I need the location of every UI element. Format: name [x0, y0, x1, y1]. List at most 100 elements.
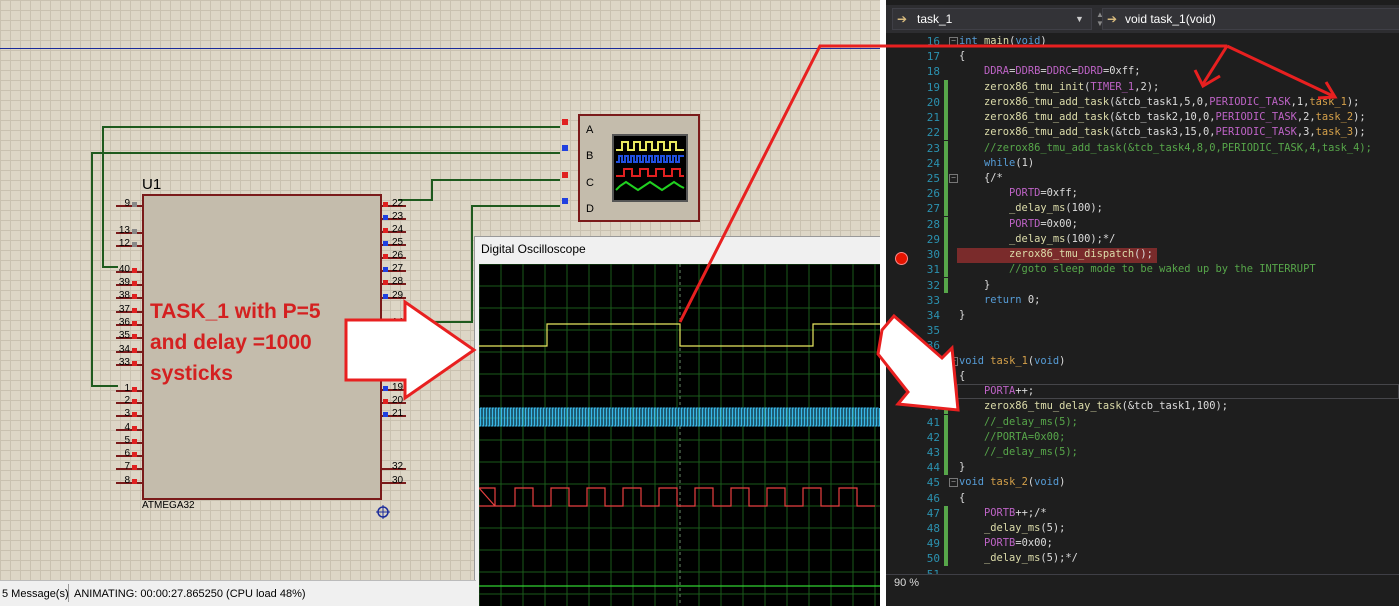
code-line[interactable]: 27 _delay_ms(100); — [886, 201, 1399, 217]
code-text: } — [959, 278, 991, 291]
code-line[interactable]: 45− void task_2(void) — [886, 475, 1399, 490]
code-line[interactable]: 35 — [886, 323, 1399, 338]
change-marker — [944, 399, 948, 415]
pin-label: 25 — [392, 237, 404, 248]
line-number: 25 — [926, 171, 940, 185]
messages-count[interactable]: 5 Message(s) — [2, 588, 69, 600]
function-dropdown[interactable]: ➔ void task_1(void) — [1102, 8, 1399, 30]
code-line[interactable]: 36 — [886, 338, 1399, 353]
scope-dropdown[interactable]: ➔ task_1 ▼ — [892, 8, 1092, 30]
pin-state-marker — [132, 361, 137, 366]
change-marker — [944, 231, 948, 247]
oscilloscope-symbol[interactable]: A B C D — [578, 114, 700, 222]
line-number: 27 — [926, 202, 940, 216]
code-line[interactable]: 34} — [886, 308, 1399, 323]
code-editor[interactable]: ➔ task_1 ▼ ▲ ▼ ➔ void task_1(void) 16− int… — [886, 0, 1399, 606]
code-line[interactable]: 44} — [886, 460, 1399, 476]
pin-state-marker — [132, 479, 137, 484]
code-text: //PORTA=0x00; — [959, 430, 1066, 443]
pin-label: 2 — [124, 395, 130, 406]
fold-toggle-icon[interactable]: − — [949, 478, 958, 488]
change-marker — [944, 170, 948, 186]
line-number: 29 — [926, 232, 940, 246]
pin-label: 19 — [392, 382, 404, 393]
code-line[interactable]: 19 zerox86_tmu_init(TIMER_1,2); — [886, 79, 1399, 95]
line-number: 34 — [926, 308, 940, 322]
code-text: } — [959, 308, 966, 321]
oscilloscope-display — [477, 263, 880, 606]
digital-oscilloscope-window[interactable]: Digital Oscilloscope — [474, 236, 880, 606]
code-text: PORTB++;/* — [984, 506, 1047, 519]
pin-label: 22 — [392, 198, 404, 209]
code-line[interactable]: 46 { — [886, 491, 1399, 506]
pin-label: 20 — [392, 395, 404, 406]
arrow-right-icon: ➔ — [897, 12, 908, 26]
code-line[interactable]: 23 //zerox86_tmu_add_task(&tcb_task4,8,0… — [886, 140, 1399, 156]
pin-label: 24 — [392, 224, 404, 235]
code-text: PORTD=0xff; — [1009, 187, 1078, 200]
pin-label: 9 — [124, 198, 130, 209]
code-line[interactable]: 30 zerox86_tmu_dispatch(); — [886, 247, 1399, 263]
line-number: 28 — [926, 217, 940, 231]
code-line[interactable]: 33 return 0; — [886, 293, 1399, 308]
line-number: 40 — [926, 400, 940, 414]
code-line[interactable]: 18 DDRA=DDRB=DDRC=DDRD=0xff; — [886, 64, 1399, 79]
code-line[interactable]: 17 { — [886, 49, 1399, 64]
animation-status: ANIMATING: 00:00:27.865250 (CPU load 48%… — [74, 588, 306, 600]
code-line[interactable]: 39 PORTA++; — [886, 384, 1399, 400]
line-number: 20 — [926, 95, 940, 109]
code-line[interactable]: 41 //_delay_ms(5); — [886, 414, 1399, 430]
editor-navigation-bar: ➔ task_1 ▼ ▲ ▼ ➔ void task_1(void) — [886, 5, 1399, 33]
code-line[interactable]: 29 _delay_ms(100);*/ — [886, 231, 1399, 247]
channel-c-label: C — [586, 177, 594, 189]
scope-pin-a-marker — [562, 119, 568, 125]
code-line[interactable]: 43 //_delay_ms(5); — [886, 444, 1399, 460]
code-line[interactable]: 26 PORTD=0xff; — [886, 186, 1399, 202]
code-line[interactable]: 24 while(1) — [886, 155, 1399, 171]
line-number: 22 — [926, 126, 940, 140]
crosshair-icon — [376, 505, 390, 519]
scope-pin-b-marker — [562, 145, 568, 151]
pin-state-marker — [132, 308, 137, 313]
schematic-canvas[interactable]: A B C D U1 ATMEGA32 9 13 12 40 39 38 37 36 35 34 3… — [0, 0, 880, 606]
change-marker — [944, 79, 948, 95]
fold-toggle-icon[interactable]: − — [949, 37, 958, 46]
change-marker — [944, 460, 948, 476]
change-marker — [944, 125, 948, 141]
pin-state-marker — [132, 399, 137, 404]
pin-state-marker — [383, 254, 388, 259]
code-line[interactable]: 32 } — [886, 277, 1399, 293]
code-line[interactable]: 25− {/* — [886, 170, 1399, 186]
code-text: _delay_ms(100); — [1009, 202, 1103, 215]
zoom-level[interactable]: 90 % — [894, 577, 919, 589]
change-marker — [944, 505, 948, 521]
code-text: PORTA++; — [984, 385, 1035, 398]
code-text: void task_2(void) — [959, 476, 1066, 489]
code-text: //zerox86_tmu_add_task(&tcb_task4,8,0,PE… — [959, 141, 1372, 154]
change-marker — [944, 94, 948, 110]
code-text: //_delay_ms(5); — [959, 415, 1078, 428]
code-line[interactable]: 21 zerox86_tmu_add_task(&tcb_task2,10,0,… — [886, 110, 1399, 126]
code-line[interactable]: 37− void task_1(void) — [886, 354, 1399, 369]
code-line[interactable]: 40 zerox86_tmu_delay_task(&tcb_task1,100… — [886, 399, 1399, 415]
code-line[interactable]: 28 PORTD=0x00; — [886, 216, 1399, 232]
code-line[interactable]: 20 zerox86_tmu_add_task(&tcb_task1,5,0,P… — [886, 94, 1399, 110]
pin-label: 30 — [392, 475, 404, 486]
code-line[interactable]: 31 //goto sleep mode to be waked up by t… — [886, 262, 1399, 278]
code-line[interactable]: 48 _delay_ms(5); — [886, 521, 1399, 537]
code-line[interactable]: 42 //PORTA=0x00; — [886, 429, 1399, 445]
code-line[interactable]: 22 zerox86_tmu_add_task(&tcb_task3,15,0,… — [886, 125, 1399, 141]
code-line[interactable]: 16− int main(void) — [886, 34, 1399, 49]
code-line[interactable]: 49 PORTB=0x00; — [886, 536, 1399, 552]
pin-state-marker — [383, 267, 388, 272]
code-text: _delay_ms(5); — [984, 522, 1066, 535]
code-text: zerox86_tmu_add_task(&tcb_task3,15,0,PER… — [984, 126, 1366, 139]
code-line[interactable]: 38 { — [886, 369, 1399, 384]
fold-toggle-icon[interactable]: − — [949, 173, 958, 183]
pin-label: 39 — [118, 277, 130, 288]
line-number: 19 — [926, 80, 940, 94]
code-line[interactable]: 50 _delay_ms(5);*/ — [886, 551, 1399, 567]
function-dropdown-value: void task_1(void) — [1125, 12, 1216, 26]
fold-toggle-icon[interactable]: − — [949, 356, 958, 366]
code-line[interactable]: 47 PORTB++;/* — [886, 505, 1399, 521]
